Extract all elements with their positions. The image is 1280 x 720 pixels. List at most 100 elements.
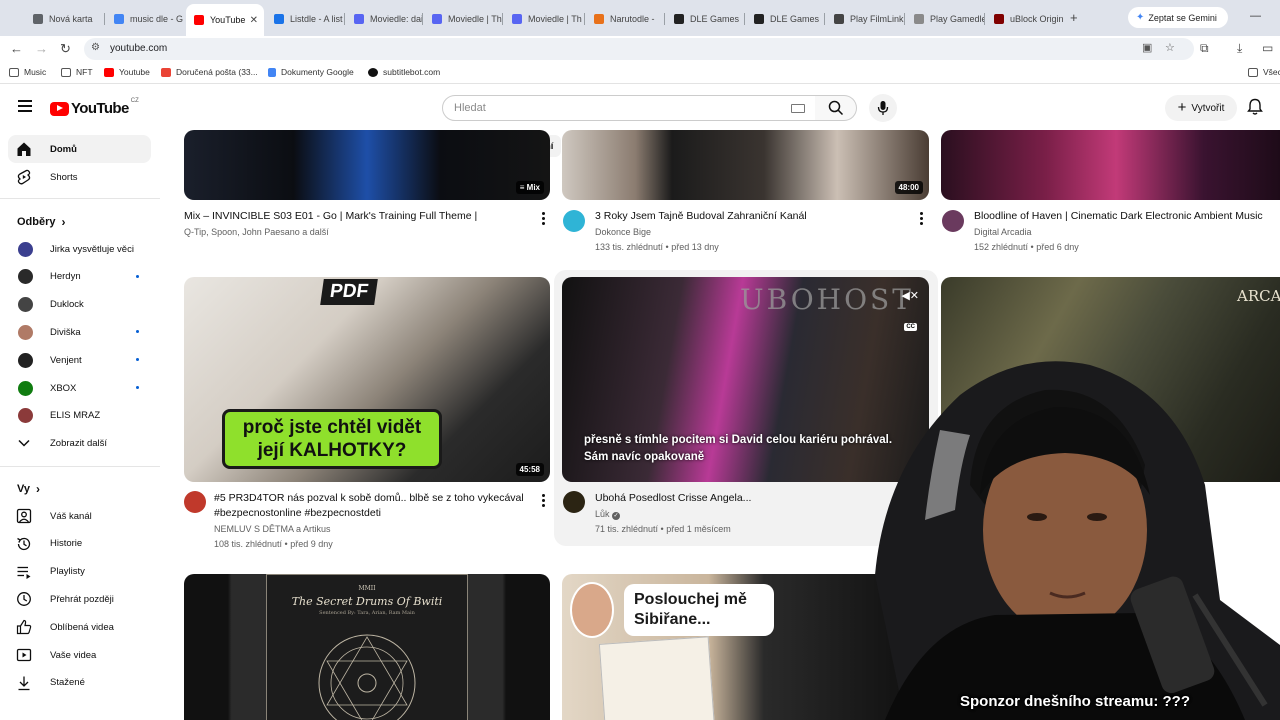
extensions-icon[interactable]: ⧉: [1200, 41, 1209, 56]
avatar[interactable]: [563, 210, 585, 232]
avatar: [18, 241, 33, 257]
subscriptions-heading[interactable]: Odběry ›: [17, 215, 66, 229]
sidebar-item-channel[interactable]: Váš kanál: [8, 502, 151, 530]
video-thumbnail[interactable]: MMII The Secret Drums Of Bwiti Sentenced…: [184, 574, 550, 720]
bookmark-youtube[interactable]: Youtube: [104, 67, 150, 77]
sidebar-item-playlist[interactable]: Playlisty: [8, 558, 151, 586]
browser-tab[interactable]: Listdle - A list: [266, 8, 344, 30]
gemini-button[interactable]: ✦ Zeptat se Gemini: [1128, 7, 1228, 28]
notifications-icon[interactable]: [1247, 98, 1263, 116]
search-input[interactable]: Hledat: [442, 95, 816, 121]
browser-tab[interactable]: uBlock Origin: [986, 8, 1064, 30]
document-snippet: [598, 636, 716, 720]
sidebar-item-clock[interactable]: Přehrát později: [8, 585, 151, 613]
chrome-icon: [33, 14, 43, 24]
sidebar-item-video[interactable]: Vaše videa: [8, 641, 151, 669]
browser-tab[interactable]: YouTube ✕: [186, 4, 264, 36]
video-thumbnail[interactable]: ≡ Mix: [184, 130, 550, 200]
show-more-button[interactable]: Zobrazit další: [8, 429, 151, 457]
more-options-icon[interactable]: [542, 212, 546, 227]
bookmark-subtitlebot[interactable]: subtitlebot.com: [368, 67, 440, 77]
browser-tab[interactable]: Play FilmLink: [826, 8, 904, 30]
minimize-icon[interactable]: —: [1250, 10, 1261, 22]
you-heading[interactable]: Vy ›: [17, 482, 40, 496]
voice-search-button[interactable]: [869, 94, 897, 122]
video-thumbnail[interactable]: 48:00: [562, 130, 929, 200]
gamedle-icon: [914, 14, 924, 24]
video-channel[interactable]: Q-Tip, Spoon, John Paesano a další: [184, 225, 329, 239]
browser-tab[interactable]: Moviedle: dai: [346, 8, 422, 30]
video-thumbnail[interactable]: [941, 130, 1280, 200]
avatar[interactable]: [942, 210, 964, 232]
sidebar-item-shorts[interactable]: Shorts: [8, 163, 151, 191]
avatar[interactable]: [184, 491, 206, 513]
reload-icon[interactable]: ↻: [60, 41, 71, 57]
video-title[interactable]: 3 Roky Jsem Tajně Budoval Zahraniční Kan…: [595, 209, 915, 224]
browser-tab[interactable]: Narutodle -: [586, 8, 664, 30]
create-button[interactable]: + Vytvořit: [1165, 95, 1237, 121]
forward-icon[interactable]: →: [35, 41, 48, 56]
captions-icon[interactable]: CC: [904, 323, 917, 331]
back-icon[interactable]: ←: [10, 41, 23, 56]
close-tab-icon[interactable]: ✕: [250, 15, 258, 26]
site-info-icon[interactable]: ⚙: [91, 42, 100, 53]
youtube-logo[interactable]: YouTube CZ: [50, 98, 139, 117]
subtitlebot-icon: [368, 67, 378, 77]
video-channel[interactable]: Digital Arcadia: [974, 225, 1032, 239]
video-title[interactable]: Mix – INVINCIBLE S03 E01 - Go | Mark's T…: [184, 209, 529, 224]
sidebar-item-subscription[interactable]: Herdyn: [8, 263, 151, 291]
browser-tab[interactable]: Moviedle | Th: [424, 8, 502, 30]
sidebar-item-like[interactable]: Oblíbená videa: [8, 613, 151, 641]
video-channel[interactable]: Dokonce Bige: [595, 225, 651, 239]
browser-tab[interactable]: DLE Games: [746, 8, 824, 30]
sidebar-item-subscription[interactable]: Diviška: [8, 318, 151, 346]
video-channel[interactable]: Lůk ✓: [595, 507, 621, 521]
sidebar-item-label: Playlisty: [50, 566, 85, 578]
new-tab-button[interactable]: +: [1070, 10, 1078, 25]
video-title[interactable]: #5 PR3D4TOR nás pozval k sobě domů.. blb…: [214, 491, 534, 521]
bookmark-all[interactable]: Všec: [1248, 67, 1280, 77]
google-icon: [114, 14, 124, 24]
browser-tab[interactable]: DLE Games: [666, 8, 744, 30]
video-title[interactable]: Ubohá Posedlost Crisse Angela...: [595, 491, 855, 506]
video-channel[interactable]: NEMLUV S DĚTMA a Artikus: [214, 522, 331, 536]
bookmark-nft[interactable]: NFT: [61, 67, 93, 77]
mute-icon[interactable]: ◀✕: [901, 289, 919, 302]
browser-tab-strip: + ✦ Zeptat se Gemini — Nová karta music d…: [0, 0, 1280, 36]
thumbnail-caption: proč jste chtěl vidět její KALHOTKY?: [222, 409, 442, 469]
browser-tab[interactable]: Play Gamedle: [906, 8, 984, 30]
menu-icon[interactable]: [18, 100, 32, 112]
tab-separator: [344, 13, 345, 25]
more-options-icon[interactable]: [920, 212, 924, 227]
keyboard-icon[interactable]: [791, 104, 805, 113]
cast-icon[interactable]: ▣: [1142, 41, 1152, 54]
browser-tab[interactable]: Nová karta: [25, 8, 104, 30]
video-thumbnail[interactable]: PDF proč jste chtěl vidět její KALHOTKY?…: [184, 277, 550, 482]
video-title[interactable]: Bloodline of Haven | Cinematic Dark Elec…: [974, 209, 1280, 224]
sidebar-item-label: Diviška: [50, 326, 81, 338]
sidebar-item-download[interactable]: Stažené: [8, 669, 151, 697]
sidebar-item-subscription[interactable]: Duklock: [8, 291, 151, 319]
more-options-icon[interactable]: [542, 494, 546, 509]
clock-icon: [16, 591, 32, 607]
tab-separator: [502, 13, 503, 25]
browser-tab[interactable]: music dle - G: [106, 8, 184, 30]
avatar[interactable]: [563, 491, 585, 513]
omnibox[interactable]: ⚙ youtube.com ▣ ☆: [84, 38, 1194, 60]
downloads-icon[interactable]: ⤓: [1237, 41, 1242, 56]
sidebar-item-subscription[interactable]: Venjent: [8, 346, 151, 374]
bookmark-docs[interactable]: Dokumenty Google: [268, 67, 354, 77]
sidebar-item-history[interactable]: Historie: [8, 530, 151, 558]
bookmark-music[interactable]: Music: [9, 67, 46, 77]
bookmark-star-icon[interactable]: ☆: [1165, 41, 1175, 54]
profile-icon[interactable]: ▭: [1262, 41, 1273, 55]
sidebar-item-subscription[interactable]: XBOX: [8, 374, 151, 402]
browser-tab[interactable]: Moviedle | Th: [504, 8, 584, 30]
bookmark-gmail[interactable]: Doručená pošta (33...: [161, 67, 258, 77]
sidebar-item-subscription[interactable]: Jirka vysvětluje věci: [8, 235, 151, 263]
sidebar-item-subscription[interactable]: ELIS MRAZ: [8, 402, 151, 430]
search-button[interactable]: [815, 95, 857, 121]
sidebar-item-home[interactable]: Domů: [8, 135, 151, 163]
tab-label: YouTube: [210, 15, 246, 25]
gemini-icon: ✦: [1136, 12, 1145, 23]
